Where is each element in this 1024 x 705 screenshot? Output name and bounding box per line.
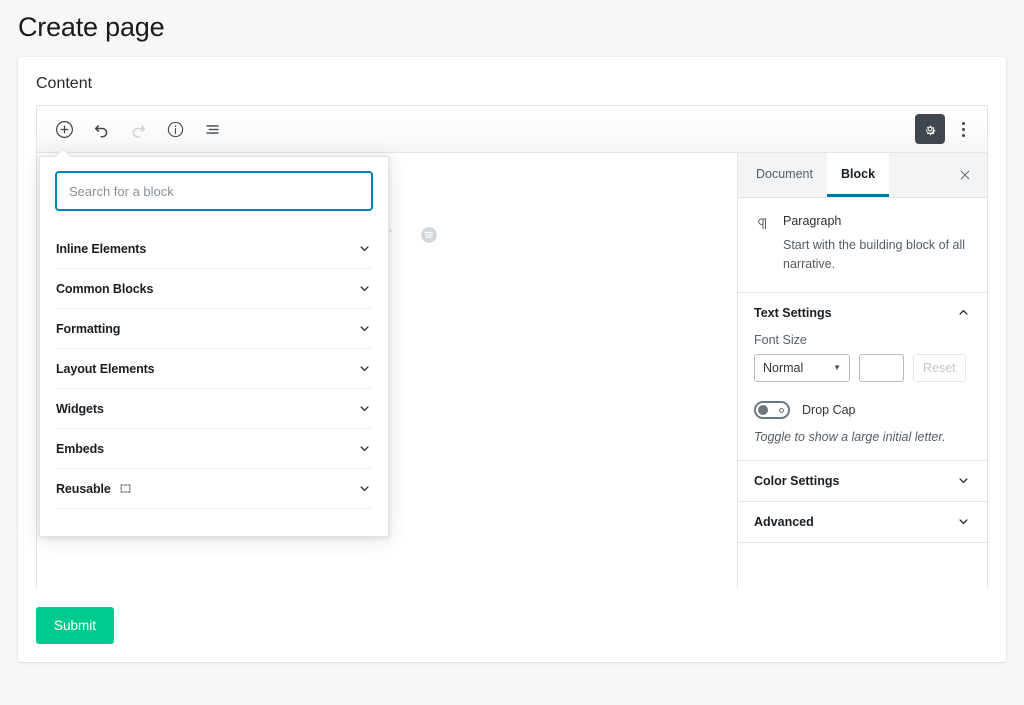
selected-block-info: Paragraph Start with the building block …: [738, 198, 987, 293]
chevron-down-icon: [357, 401, 372, 416]
chevron-down-icon: [357, 241, 372, 256]
block-category-formatting[interactable]: Formatting: [56, 309, 372, 349]
block-inserter-popover: Inline Elements Common Blocks: [39, 156, 389, 537]
panel-title: Text Settings: [754, 306, 832, 320]
block-navigation-icon[interactable]: [198, 115, 226, 143]
settings-sidebar: Document Block: [737, 153, 987, 588]
submit-button[interactable]: Submit: [36, 607, 114, 644]
category-label: Widgets: [56, 402, 104, 416]
chevron-down-icon: [357, 361, 372, 376]
sidebar-tabs: Document Block: [738, 153, 987, 198]
chevron-down-icon: ▼: [833, 364, 841, 372]
panel-text-settings-header[interactable]: Text Settings: [738, 293, 987, 333]
chevron-down-icon: [956, 514, 971, 529]
block-description: Start with the building block of all nar…: [783, 236, 969, 274]
reusable-block-icon: [119, 482, 132, 495]
panel-color-settings: Color Settings: [738, 461, 987, 502]
content-field-label: Content: [36, 75, 1006, 93]
drop-cap-label: Drop Cap: [802, 403, 856, 417]
panel-text-settings: Text Settings Font Size Normal ▼: [738, 293, 987, 461]
paragraph-pilcrow-icon: [754, 214, 770, 274]
panel-text-settings-body: Font Size Normal ▼ Reset: [738, 333, 987, 460]
block-editor: Inline Elements Common Blocks: [36, 105, 988, 588]
category-label: Embeds: [56, 442, 104, 456]
category-label: Formatting: [56, 322, 120, 336]
font-size-reset-button[interactable]: Reset: [913, 354, 966, 382]
redo-icon[interactable]: [124, 115, 152, 143]
panel-advanced-header[interactable]: Advanced: [738, 502, 987, 542]
font-size-number-input[interactable]: [859, 354, 904, 382]
search-input[interactable]: [56, 172, 372, 210]
popover-arrow: [56, 149, 71, 157]
chevron-down-icon: [357, 281, 372, 296]
tab-block[interactable]: Block: [827, 153, 889, 197]
block-category-widgets[interactable]: Widgets: [56, 389, 372, 429]
chevron-up-icon: [956, 305, 971, 320]
chevron-down-icon: [956, 473, 971, 488]
category-label: Reusable: [56, 482, 111, 496]
block-category-inline-elements[interactable]: Inline Elements: [56, 229, 372, 269]
font-size-label: Font Size: [754, 333, 971, 347]
toolbar-left-group: [37, 115, 226, 143]
font-size-controls: Normal ▼ Reset: [754, 354, 971, 382]
editor-body: Inline Elements Common Blocks: [37, 153, 987, 588]
close-icon[interactable]: [943, 153, 987, 197]
category-label: Layout Elements: [56, 362, 155, 376]
toggle-off-mark: [779, 408, 784, 413]
editor-toolbar: [37, 106, 987, 153]
editor-canvas[interactable]: Inline Elements Common Blocks: [37, 153, 737, 588]
block-category-reusable[interactable]: Reusable: [56, 469, 372, 509]
block-category-list: Inline Elements Common Blocks: [40, 229, 388, 509]
drop-cap-toggle[interactable]: [754, 401, 790, 419]
block-info-text: Paragraph Start with the building block …: [783, 214, 969, 274]
block-category-common-blocks[interactable]: Common Blocks: [56, 269, 372, 309]
content-info-icon[interactable]: [161, 115, 189, 143]
font-size-select-value: Normal: [763, 361, 803, 375]
panel-title: Color Settings: [754, 474, 839, 488]
category-label: Common Blocks: [56, 282, 153, 296]
tab-document[interactable]: Document: [742, 153, 827, 197]
drop-cap-row: Drop Cap: [754, 401, 971, 419]
add-block-icon[interactable]: [50, 115, 78, 143]
block-title: Paragraph: [783, 214, 969, 228]
chevron-down-icon: [357, 321, 372, 336]
more-options-icon[interactable]: [951, 115, 975, 143]
settings-gear-icon[interactable]: [915, 114, 945, 144]
spotify-icon: [419, 225, 439, 245]
category-label: Inline Elements: [56, 242, 146, 256]
chevron-down-icon: [357, 441, 372, 456]
undo-icon[interactable]: [87, 115, 115, 143]
panel-color-settings-header[interactable]: Color Settings: [738, 461, 987, 501]
font-size-select[interactable]: Normal ▼: [754, 354, 850, 382]
page-title: Create page: [18, 12, 1024, 43]
panel-title: Advanced: [754, 515, 814, 529]
toolbar-right-group: [915, 114, 987, 144]
block-category-embeds[interactable]: Embeds: [56, 429, 372, 469]
block-category-layout-elements[interactable]: Layout Elements: [56, 349, 372, 389]
toggle-knob: [758, 405, 768, 415]
chevron-down-icon: [357, 481, 372, 496]
create-page-card: Content: [18, 57, 1006, 662]
inserter-search-wrap: [40, 157, 388, 210]
drop-cap-help-text: Toggle to show a large initial letter.: [754, 430, 971, 444]
panel-advanced: Advanced: [738, 502, 987, 543]
